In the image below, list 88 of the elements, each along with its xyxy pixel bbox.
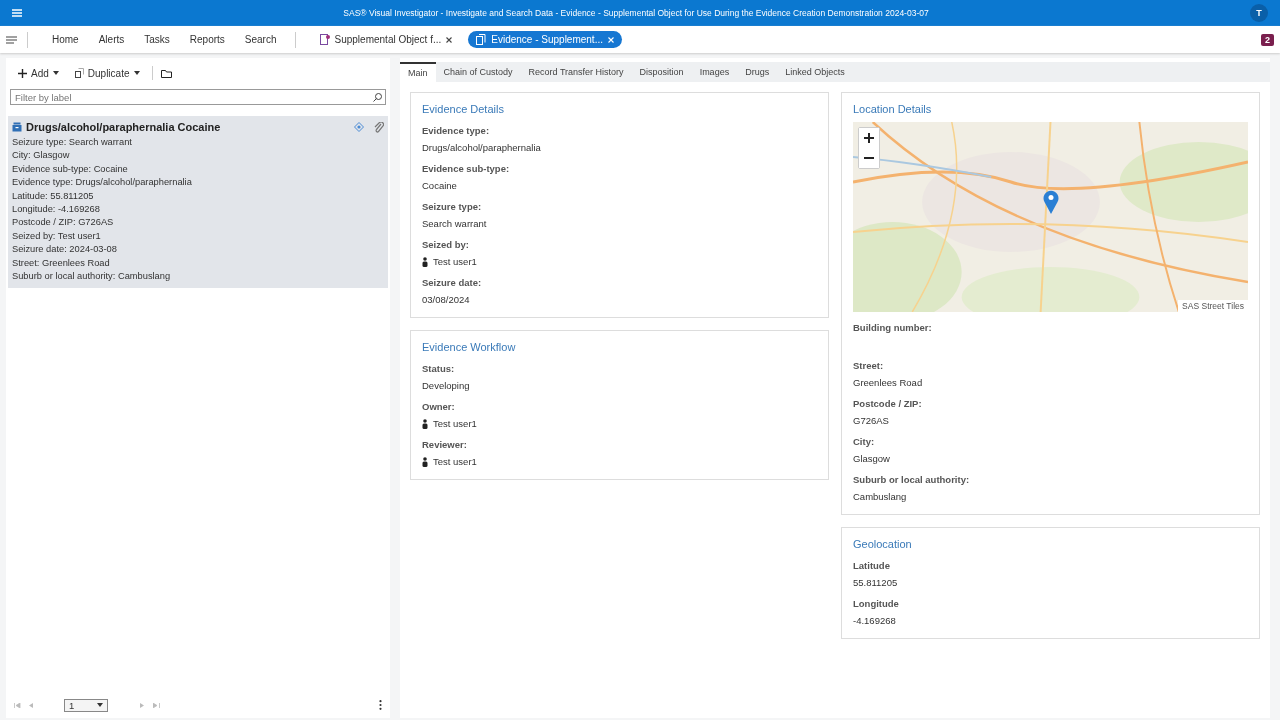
field-label: Suburb or local authority: [853, 474, 971, 485]
user-avatar[interactable]: T [1250, 4, 1268, 22]
page-select[interactable]: 1 [64, 698, 108, 712]
field-value: Drugs/alcohol/paraphernalia [422, 142, 541, 153]
field-label: Evidence type: [422, 125, 491, 136]
notification-badge[interactable]: 2 [1261, 33, 1274, 46]
field-value: Greenlees Road [853, 377, 923, 388]
add-button[interactable]: Add [14, 67, 63, 79]
result-detail: Latitude: 55.811205 [12, 189, 95, 203]
plus-icon [864, 133, 874, 143]
result-detail: Evidence type: Drugs/alcohol/paraphernalia [12, 176, 193, 190]
paperclip-icon[interactable] [374, 121, 384, 133]
copy-icon [74, 68, 84, 78]
menu-icon[interactable] [6, 35, 17, 44]
tab[interactable]: Linked Objects [777, 62, 853, 82]
field-value: Test user1 [433, 456, 477, 467]
result-detail: Evidence sub-type: Cocaine [12, 162, 129, 176]
tab[interactable]: Disposition [631, 62, 692, 82]
nav-link[interactable]: Search [236, 32, 285, 47]
folder-icon[interactable] [160, 68, 172, 78]
field-label: City: [853, 436, 876, 447]
document-icon [319, 34, 330, 45]
field-value: Test user1 [433, 418, 477, 429]
result-item[interactable] [8, 116, 388, 289]
field-value: 03/08/2024 [422, 294, 470, 305]
window-title: SAS® Visual Investigator - Investigate and Search Data - Evidence - Supplemental Object for Use During the Evidence Creation Demonstration 2024-03-07 [342, 8, 930, 18]
caret-icon [97, 703, 103, 707]
more-icon[interactable] [379, 700, 382, 710]
document-icon [476, 34, 487, 45]
close-icon[interactable] [446, 36, 453, 43]
result-detail: City: Glasgow [12, 149, 71, 163]
result-detail: Longitude: -4.169268 [12, 203, 101, 217]
search-icon[interactable] [373, 92, 382, 102]
duplicate-button[interactable]: Duplicate [70, 67, 144, 79]
field-value: G726AS [853, 415, 889, 426]
field-value: Cambuslang [853, 491, 907, 502]
nav-link[interactable]: Alerts [90, 32, 133, 47]
field-label: Reviewer: [422, 439, 468, 450]
result-detail: Suburb or local authority: Cambuslang [12, 270, 172, 284]
field-value: Glasgow [853, 453, 890, 464]
field-label: Street: [853, 360, 885, 371]
plus-icon [18, 68, 27, 78]
field-label: Owner: [422, 401, 456, 412]
filter-field[interactable]: Filter by label [10, 89, 386, 105]
result-title: Drugs/alcohol/paraphernalia Cocaine [26, 121, 222, 133]
field-label: Seizure date: [422, 277, 483, 288]
tab[interactable]: Record Transfer History [520, 62, 632, 82]
nav-link[interactable]: Tasks [136, 32, 178, 47]
field-value: Developing [422, 380, 470, 391]
location-icon[interactable] [354, 122, 364, 132]
field-label: Longitude [853, 598, 900, 609]
section-title: Evidence Workflow [422, 341, 517, 353]
person-icon [422, 256, 428, 267]
document-tab[interactable]: Evidence - Supplement... [468, 31, 622, 48]
field-value: Test user1 [433, 256, 477, 267]
field-value: Cocaine [422, 180, 457, 191]
result-detail: Seized by: Test user1 [12, 229, 102, 243]
tab[interactable]: Main [400, 62, 436, 82]
field-label: Seizure type: [422, 201, 483, 212]
map-pin-icon [1043, 190, 1059, 214]
caret-icon [133, 71, 140, 75]
result-detail: Seizure type: Search warrant [12, 136, 133, 149]
field-label: Postcode / ZIP: [853, 398, 923, 409]
result-detail: Street: Greenlees Road [12, 256, 111, 270]
section-title: Geolocation [853, 538, 913, 550]
field-label: Building number: [853, 322, 933, 333]
nav-link[interactable]: Home [44, 32, 87, 47]
result-detail: Postcode / ZIP: G726AS [12, 216, 115, 230]
person-icon [422, 418, 428, 429]
field-value: -4.169268 [853, 615, 896, 626]
section-title: Location Details [853, 103, 933, 115]
field-label: Evidence sub-type: [422, 163, 511, 174]
document-tab[interactable]: Supplemental Object f... [311, 31, 461, 48]
result-detail: Seizure date: 2024-03-08 [12, 243, 118, 257]
field-label: Status: [422, 363, 456, 374]
tab[interactable]: Images [691, 62, 738, 82]
map-attribution: SAS Street Tiles [1178, 300, 1248, 312]
section-title: Evidence Details [422, 103, 505, 115]
tab[interactable]: Chain of Custody [435, 62, 521, 82]
field-value: Search warrant [422, 218, 487, 229]
evidence-box-icon [12, 122, 22, 132]
nav-link[interactable]: Reports [181, 32, 233, 47]
field-label: Seized by: [422, 239, 470, 250]
field-value: 55.811205 [853, 577, 898, 588]
person-icon [422, 456, 428, 467]
tab[interactable]: Drugs [737, 62, 778, 82]
caret-icon [52, 71, 59, 75]
field-label: Latitude [853, 560, 891, 571]
